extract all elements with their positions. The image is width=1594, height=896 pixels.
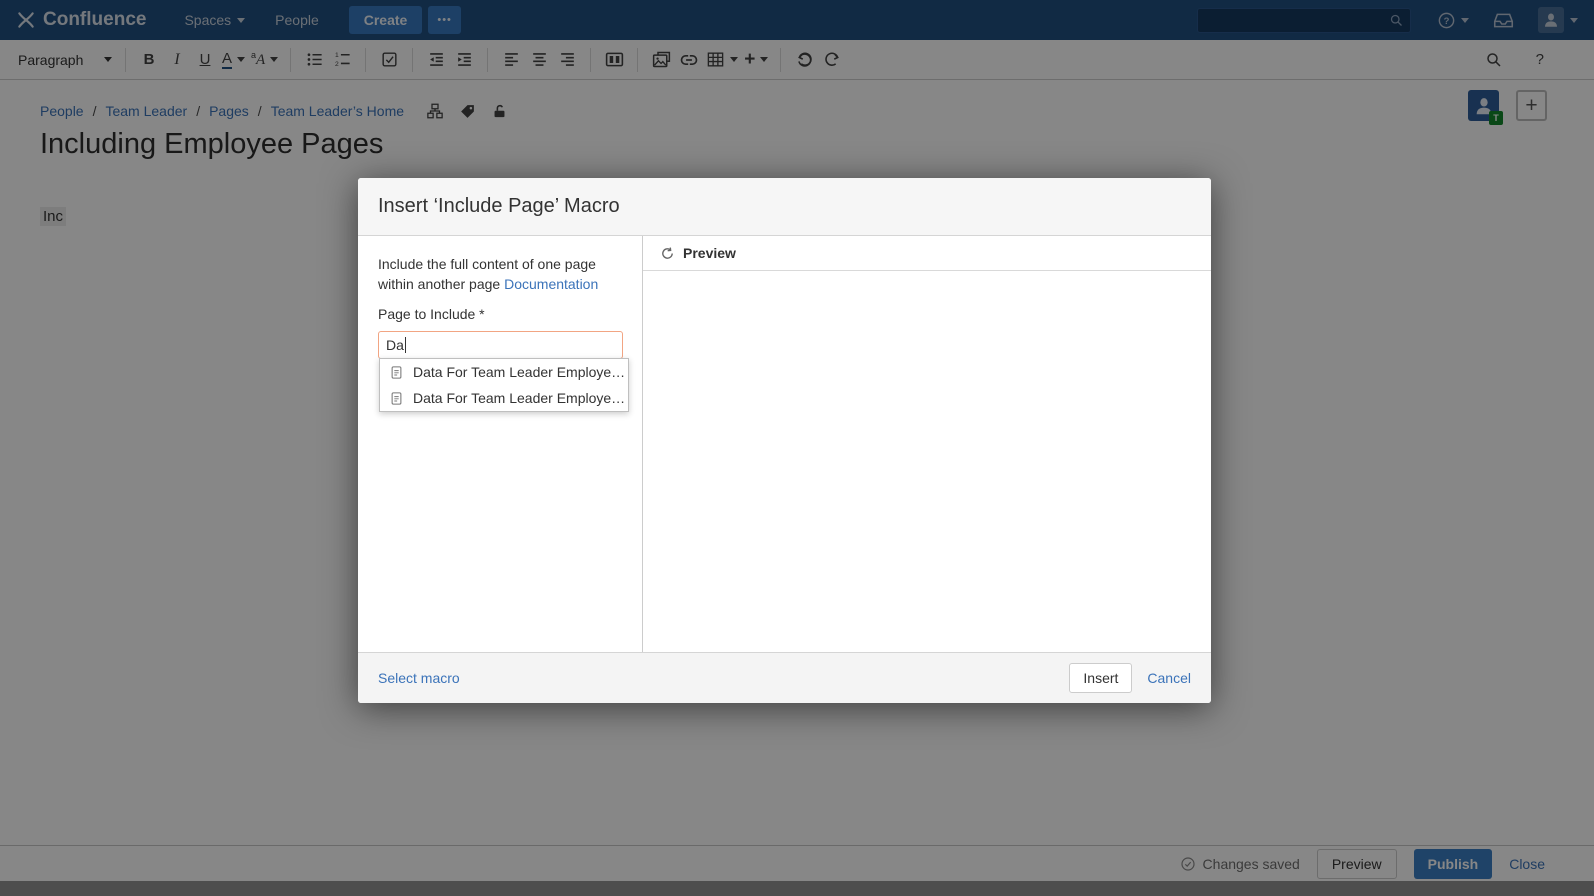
documentation-link[interactable]: Documentation [504,276,598,292]
macro-parameters-panel: Include the full content of one page wit… [358,236,643,652]
insert-button[interactable]: Insert [1069,663,1132,693]
select-macro-link[interactable]: Select macro [378,670,460,686]
suggestion-item[interactable]: Data For Team Leader Employe… [380,359,628,385]
suggestion-item[interactable]: Data For Team Leader Employe… [380,385,628,411]
page-to-include-input[interactable]: Da [378,331,623,359]
refresh-icon[interactable] [660,246,675,261]
preview-body [643,271,1211,652]
insert-include-page-macro-dialog: Insert ‘Include Page’ Macro Include the … [358,178,1211,703]
macro-preview-panel: Preview [643,236,1211,652]
cancel-link[interactable]: Cancel [1147,670,1191,686]
page-icon [389,365,404,380]
dialog-title: Insert ‘Include Page’ Macro [378,195,620,218]
text-cursor [405,337,406,353]
dialog-header: Insert ‘Include Page’ Macro [358,178,1211,236]
dialog-body: Include the full content of one page wit… [358,236,1211,652]
page-to-include-label: Page to Include * [378,306,622,322]
preview-title: Preview [683,245,736,261]
dialog-footer: Select macro Insert Cancel [358,652,1211,703]
preview-header: Preview [643,236,1211,271]
page-suggestions-dropdown: Data For Team Leader Employe… Data For T… [379,358,629,412]
macro-description: Include the full content of one page wit… [378,255,610,294]
page-icon [389,391,404,406]
